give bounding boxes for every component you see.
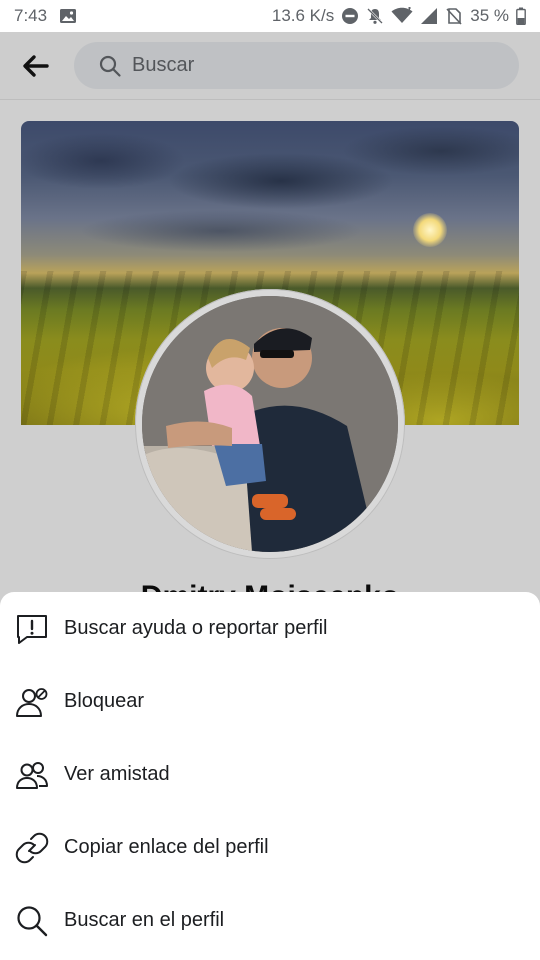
status-time: 7:43	[14, 6, 48, 25]
image-notification-icon	[60, 9, 77, 23]
menu-item-report-profile[interactable]: Buscar ayuda o reportar perfil	[0, 592, 540, 665]
status-right: 13.6 K/s 35 %	[272, 6, 526, 26]
network-speed: 13.6 K/s	[271, 6, 335, 25]
menu-label-block: Bloquear	[64, 690, 145, 712]
report-icon	[17, 614, 47, 644]
menu-item-block[interactable]: Bloquear	[0, 665, 540, 738]
status-bar: 7:43 13.6 K/s 35 %	[0, 0, 540, 32]
avatar-illustration	[142, 296, 398, 552]
profile-area: Dmitry Moiseenko	[0, 100, 540, 613]
battery-percent: 35 %	[470, 6, 509, 25]
search-placeholder: Buscar	[132, 54, 195, 76]
status-left: 7:43	[14, 6, 77, 26]
profile-options-sheet: Buscar ayuda o reportar perfil Bloquear …	[0, 592, 540, 960]
profile-header: Buscar	[0, 32, 540, 100]
menu-label-copy-link: Copiar enlace del perfil	[64, 836, 269, 858]
arrow-left-icon[interactable]	[20, 50, 52, 82]
cover-sun	[413, 213, 447, 247]
search-icon	[99, 55, 121, 77]
mute-icon	[367, 8, 384, 24]
data-saver-icon	[342, 8, 359, 24]
menu-label-view-friendship: Ver amistad	[64, 763, 170, 785]
menu-item-search-profile[interactable]: Buscar en el perfil	[0, 884, 540, 957]
wifi-icon	[391, 7, 413, 23]
avatar-photo	[142, 296, 398, 552]
menu-label-search-profile: Buscar en el perfil	[64, 909, 225, 931]
signal-icon	[421, 8, 438, 24]
link-icon	[15, 832, 49, 863]
no-sim-icon	[446, 8, 462, 25]
block-user-icon	[16, 687, 48, 717]
battery-icon	[516, 7, 526, 25]
search-icon	[17, 905, 48, 936]
friends-icon	[16, 761, 48, 789]
search-bar[interactable]: Buscar	[74, 42, 519, 89]
menu-item-view-friendship[interactable]: Ver amistad	[0, 738, 540, 811]
menu-item-copy-link[interactable]: Copiar enlace del perfil	[0, 811, 540, 884]
avatar[interactable]	[135, 289, 405, 559]
menu-label-report: Buscar ayuda o reportar perfil	[64, 617, 328, 639]
cover-clouds	[21, 121, 519, 271]
